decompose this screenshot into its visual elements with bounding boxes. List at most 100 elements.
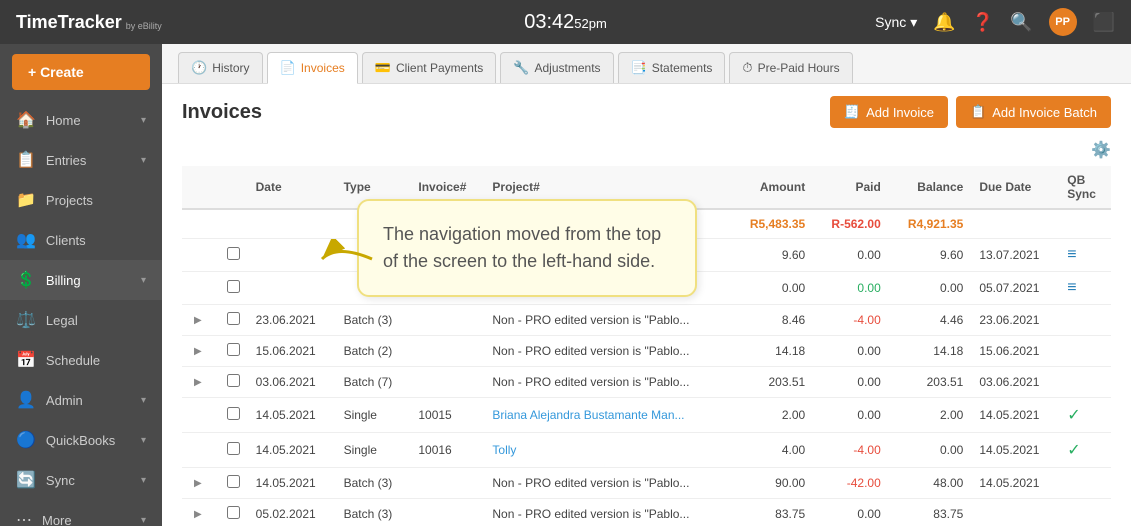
expand-button[interactable]: ▶ <box>190 375 206 390</box>
statements-tab-icon: 📑 <box>631 60 647 76</box>
table-container: ⚙️ Date Type Invoice# Project# Amount Pa… <box>162 136 1131 526</box>
add-invoice-button[interactable]: 🧾 Add Invoice <box>830 96 948 128</box>
expand-button[interactable]: ▶ <box>190 476 206 491</box>
settings-icon[interactable]: ⚙️ <box>1091 140 1111 160</box>
chevron-icon: ▾ <box>141 115 146 126</box>
user-avatar[interactable]: PP <box>1049 8 1077 36</box>
table-toolbar: ⚙️ <box>182 136 1111 166</box>
sidebar-item-home[interactable]: 🏠 Home ▾ <box>0 100 162 140</box>
sidebar-item-projects[interactable]: 📁 Projects <box>0 180 162 220</box>
col-checkbox <box>219 166 248 209</box>
logo-sub: by eBility <box>126 21 162 31</box>
tab-history-label: History <box>212 61 249 75</box>
total-balance: R4,921.35 <box>889 209 972 239</box>
clients-icon: 👥 <box>16 230 36 250</box>
top-header: TimeTracker by eBility 03:4252pm Sync ▾ … <box>0 0 1131 44</box>
add-invoice-label: Add Invoice <box>866 105 934 120</box>
checkmark-icon: ✓ <box>1067 407 1080 424</box>
sidebar-item-more[interactable]: ⋯ More ▾ <box>0 500 162 526</box>
sidebar-label-quickbooks: QuickBooks <box>46 433 115 448</box>
sidebar-item-billing[interactable]: 💲 Billing ▾ <box>0 260 162 300</box>
table-row: ▶ 15.06.2021 Batch (2) Non - PRO edited … <box>182 336 1111 367</box>
sidebar-item-entries[interactable]: 📋 Entries ▾ <box>0 140 162 180</box>
qb-sync-icon: ≡ <box>1067 246 1076 263</box>
arrow-icon <box>317 239 377 279</box>
sidebar-item-admin[interactable]: 👤 Admin ▾ <box>0 380 162 420</box>
notification-icon[interactable]: 🔔 <box>933 12 955 33</box>
col-expand <box>182 166 219 209</box>
project-link[interactable]: Tolly <box>484 433 730 468</box>
expand-button[interactable]: ▶ <box>190 313 206 328</box>
col-due-date: Due Date <box>971 166 1059 209</box>
tab-bar: 🕐 History 📄 Invoices 💳 Client Payments 🔧… <box>162 44 1131 84</box>
chevron-icon: ▾ <box>141 475 146 486</box>
content-area: 🕐 History 📄 Invoices 💳 Client Payments 🔧… <box>162 44 1131 526</box>
row-checkbox[interactable] <box>227 247 240 260</box>
billing-icon: 💲 <box>16 270 36 290</box>
chevron-icon: ▾ <box>141 435 146 446</box>
row-checkbox[interactable] <box>227 312 240 325</box>
chevron-icon: ▾ <box>141 275 146 286</box>
callout-tooltip: The navigation moved from the top of the… <box>357 199 697 297</box>
create-button[interactable]: + Create <box>12 54 150 90</box>
tab-prepaid-label: Pre-Paid Hours <box>758 61 840 75</box>
sidebar-item-clients[interactable]: 👥 Clients <box>0 220 162 260</box>
sidebar-label-clients: Clients <box>46 233 86 248</box>
callout-text: The navigation moved from the top of the… <box>383 224 661 271</box>
row-checkbox[interactable] <box>227 374 240 387</box>
expand-button[interactable]: ▶ <box>190 344 206 359</box>
admin-icon: 👤 <box>16 390 36 410</box>
legal-icon: ⚖️ <box>16 310 36 330</box>
col-qb-sync: QBSync <box>1059 166 1111 209</box>
tab-adjustments[interactable]: 🔧 Adjustments <box>500 52 613 83</box>
quickbooks-icon: 🔵 <box>16 430 36 450</box>
row-checkbox[interactable] <box>227 407 240 420</box>
adjustments-tab-icon: 🔧 <box>513 60 529 76</box>
tab-invoices-label: Invoices <box>301 61 345 75</box>
help-icon[interactable]: ❓ <box>972 12 994 33</box>
sidebar-item-quickbooks[interactable]: 🔵 QuickBooks ▾ <box>0 420 162 460</box>
sidebar-item-sync[interactable]: 🔄 Sync ▾ <box>0 460 162 500</box>
table-row: ▶ 14.05.2021 Batch (3) Non - PRO edited … <box>182 468 1111 499</box>
col-balance: Balance <box>889 166 972 209</box>
row-checkbox[interactable] <box>227 506 240 519</box>
tab-history[interactable]: 🕐 History <box>178 52 263 83</box>
clock: 03:4252pm <box>524 11 607 34</box>
arrow-container <box>317 239 377 282</box>
logout-icon[interactable]: ⬛ <box>1093 12 1115 33</box>
row-checkbox[interactable] <box>227 475 240 488</box>
sidebar-item-schedule[interactable]: 📅 Schedule <box>0 340 162 380</box>
entries-icon: 📋 <box>16 150 36 170</box>
tab-invoices[interactable]: 📄 Invoices <box>267 52 358 84</box>
tab-client-payments[interactable]: 💳 Client Payments <box>362 52 497 83</box>
logo-text: TimeTracker <box>16 12 122 33</box>
invoices-tab-icon: 📄 <box>280 60 296 76</box>
table-row: ▶ 23.06.2021 Batch (3) Non - PRO edited … <box>182 305 1111 336</box>
history-tab-icon: 🕐 <box>191 60 207 76</box>
checkmark-icon: ✓ <box>1067 442 1080 459</box>
chevron-down-icon: ▾ <box>910 14 917 31</box>
page-header: Invoices 🧾 Add Invoice 📋 Add Invoice Bat… <box>162 84 1131 136</box>
tab-statements[interactable]: 📑 Statements <box>618 52 726 83</box>
add-invoice-batch-button[interactable]: 📋 Add Invoice Batch <box>956 96 1111 128</box>
expand-button[interactable]: ▶ <box>190 507 206 522</box>
sidebar: + Create 🏠 Home ▾ 📋 Entries ▾ 📁 Proj <box>0 44 162 526</box>
sidebar-label-sync: Sync <box>46 473 75 488</box>
search-icon[interactable]: 🔍 <box>1010 12 1032 33</box>
project-link[interactable]: Briana Alejandra Bustamante Man... <box>484 398 730 433</box>
sidebar-label-legal: Legal <box>46 313 78 328</box>
sync-button[interactable]: Sync ▾ <box>875 14 917 31</box>
row-checkbox[interactable] <box>227 280 240 293</box>
tab-client-payments-label: Client Payments <box>396 61 483 75</box>
more-icon: ⋯ <box>16 510 32 526</box>
row-checkbox[interactable] <box>227 343 240 356</box>
row-checkbox[interactable] <box>227 442 240 455</box>
sidebar-item-legal[interactable]: ⚖️ Legal <box>0 300 162 340</box>
tab-statements-label: Statements <box>652 61 713 75</box>
schedule-icon: 📅 <box>16 350 36 370</box>
tab-prepaid-hours[interactable]: ⏱ Pre-Paid Hours <box>729 52 852 83</box>
chevron-icon: ▾ <box>141 515 146 526</box>
add-invoice-batch-label: Add Invoice Batch <box>992 105 1097 120</box>
payments-tab-icon: 💳 <box>375 60 391 76</box>
header-actions: 🧾 Add Invoice 📋 Add Invoice Batch <box>830 96 1111 128</box>
